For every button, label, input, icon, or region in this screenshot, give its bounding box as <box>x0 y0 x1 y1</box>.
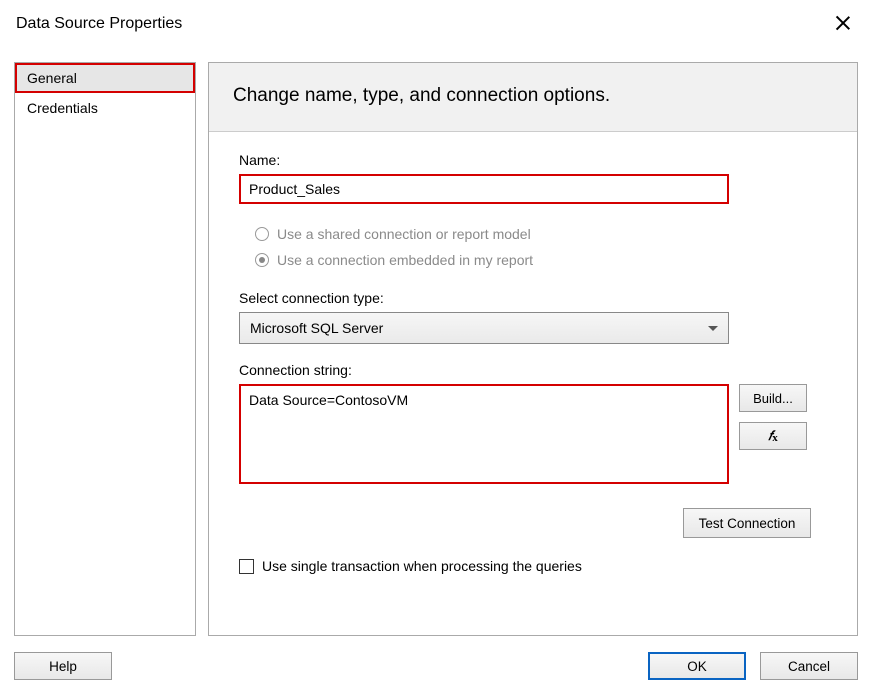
main-heading: Change name, type, and connection option… <box>209 63 857 132</box>
connection-type-label: Select connection type: <box>239 290 833 306</box>
sidebar: General Credentials <box>14 62 196 636</box>
radio-shared-label: Use a shared connection or report model <box>277 226 531 242</box>
connection-string-label: Connection string: <box>239 362 833 378</box>
dialog-title: Data Source Properties <box>16 15 182 33</box>
radio-shared-connection: Use a shared connection or report model <box>239 224 833 244</box>
single-transaction-row[interactable]: Use single transaction when processing t… <box>239 558 833 574</box>
connection-string-side-buttons: Build... 𝑓x <box>739 384 807 450</box>
radio-icon <box>255 227 269 241</box>
name-input[interactable]: Product_Sales <box>239 174 729 204</box>
radio-embedded-label: Use a connection embedded in my report <box>277 252 533 268</box>
sidebar-item-label: Credentials <box>27 100 98 116</box>
sidebar-item-general[interactable]: General <box>15 63 195 93</box>
sidebar-item-label: General <box>27 70 77 86</box>
radio-icon <box>255 253 269 267</box>
connection-string-row: Data Source=ContosoVM Build... 𝑓x <box>239 384 833 484</box>
ok-button[interactable]: OK <box>648 652 746 680</box>
build-button[interactable]: Build... <box>739 384 807 412</box>
dialog-footer: Help OK Cancel <box>14 652 858 680</box>
expression-button[interactable]: 𝑓x <box>739 422 807 450</box>
connection-type-select[interactable]: Microsoft SQL Server <box>239 312 729 344</box>
fx-icon: 𝑓x <box>768 428 778 444</box>
dialog-titlebar: Data Source Properties <box>0 0 872 48</box>
connection-type-value: Microsoft SQL Server <box>250 320 383 336</box>
help-button[interactable]: Help <box>14 652 112 680</box>
connection-string-input[interactable]: Data Source=ContosoVM <box>239 384 729 484</box>
checkbox-icon[interactable] <box>239 559 254 574</box>
cancel-button[interactable]: Cancel <box>760 652 858 680</box>
chevron-down-icon <box>708 326 718 331</box>
single-transaction-label: Use single transaction when processing t… <box>262 558 582 574</box>
name-value: Product_Sales <box>249 181 340 197</box>
test-connection-row: Test Connection <box>239 508 811 538</box>
main-content: Name: Product_Sales Use a shared connect… <box>209 132 857 584</box>
sidebar-item-credentials[interactable]: Credentials <box>15 93 195 123</box>
main-panel: Change name, type, and connection option… <box>208 62 858 636</box>
connection-string-value: Data Source=ContosoVM <box>249 392 408 408</box>
close-icon[interactable] <box>834 14 852 32</box>
name-label: Name: <box>239 152 833 168</box>
test-connection-button[interactable]: Test Connection <box>683 508 811 538</box>
dialog-body: General Credentials Change name, type, a… <box>14 62 858 636</box>
radio-embedded-connection: Use a connection embedded in my report <box>239 250 833 270</box>
